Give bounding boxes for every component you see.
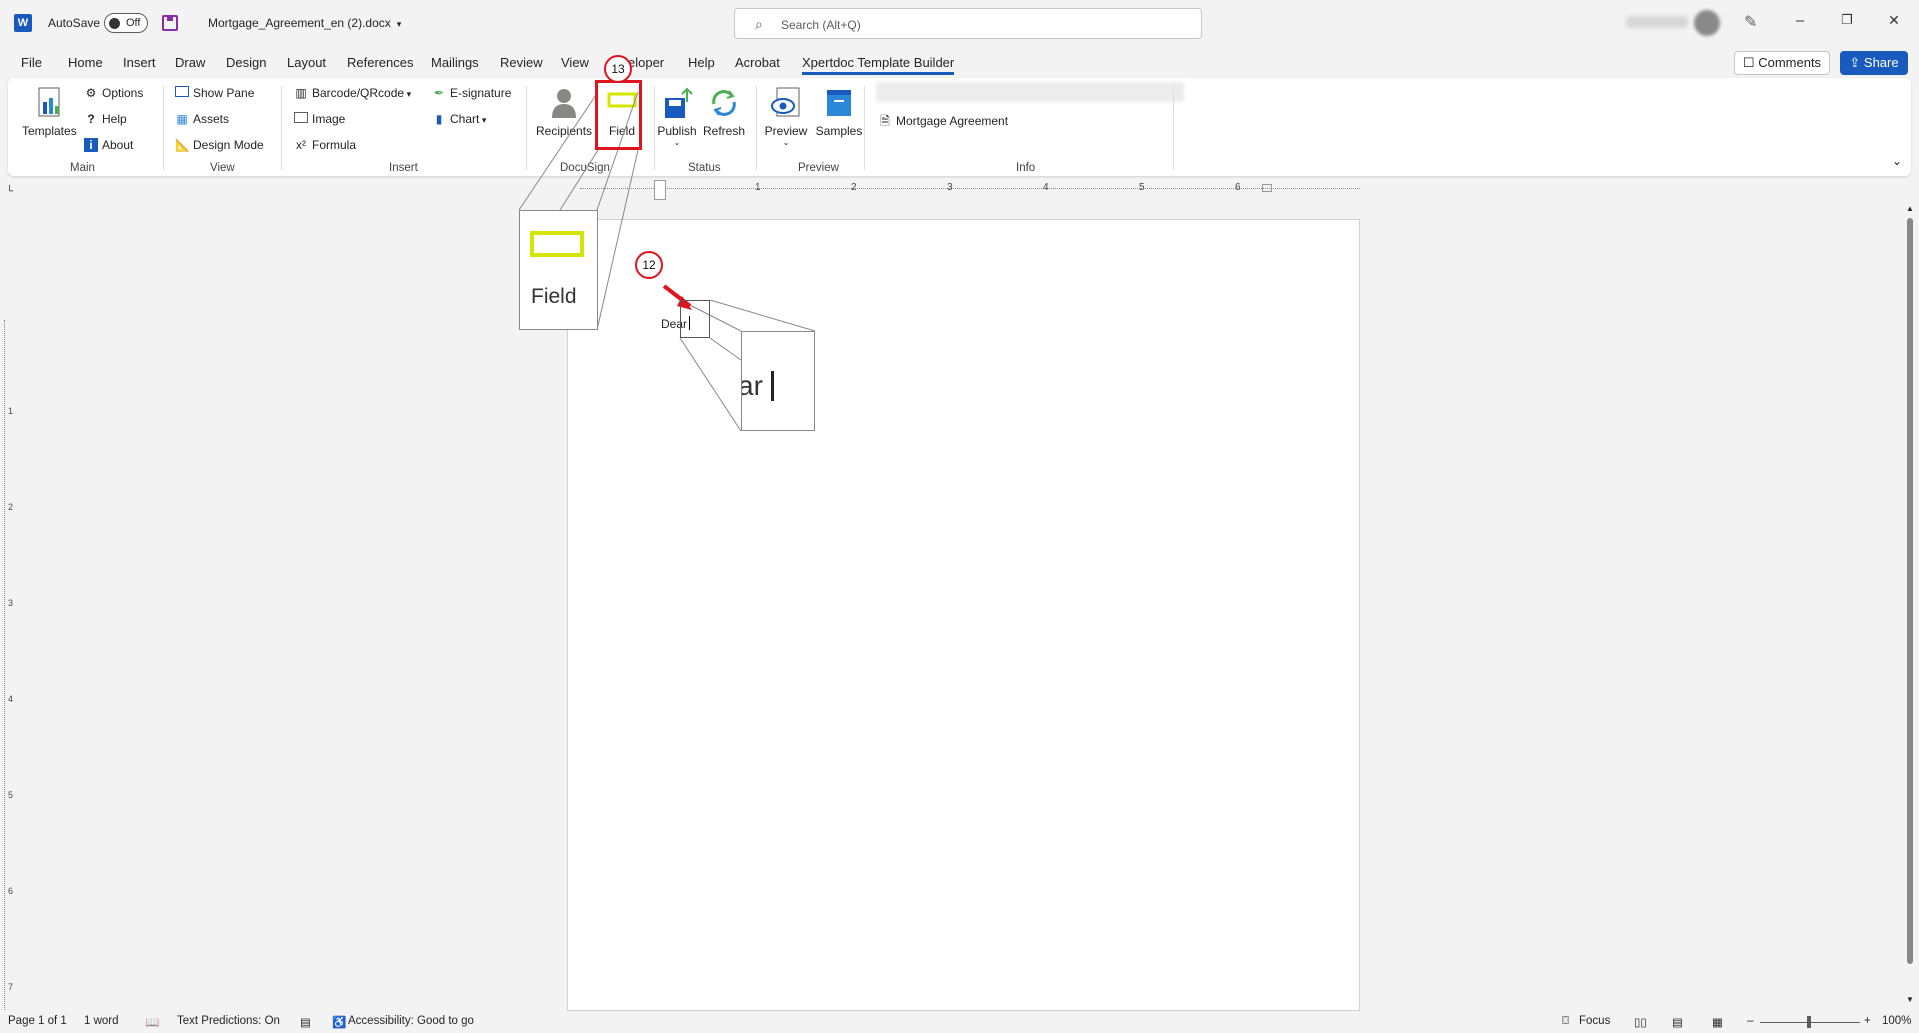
text-predictions[interactable]: Text Predictions: On <box>177 1015 280 1027</box>
zoom-slider-thumb[interactable] <box>1807 1016 1811 1028</box>
vertical-scrollbar[interactable]: ▲ ▼ <box>1903 204 1917 1009</box>
focus-icon: ⌼ <box>1562 1015 1569 1027</box>
macro-icon[interactable]: ▤ <box>300 1015 311 1029</box>
focus-mode-button[interactable]: Focus <box>1579 1015 1610 1027</box>
read-mode-icon[interactable]: ▯▯ <box>1634 1015 1647 1029</box>
accessibility-status[interactable]: Accessibility: Good to go <box>348 1015 474 1027</box>
scroll-down-icon[interactable]: ▼ <box>1906 995 1914 1004</box>
text-zoom-callout: ar <box>741 331 815 431</box>
accessibility-icon: ♿ <box>332 1017 347 1029</box>
zoom-text-value: ar <box>742 370 763 401</box>
cursor-focus-outline <box>680 300 710 338</box>
proofing-icon[interactable]: 📖 <box>145 1015 159 1029</box>
zoom-out-button[interactable]: – <box>1747 1015 1753 1027</box>
word-count[interactable]: 1 word <box>84 1015 119 1027</box>
field-zoom-callout: Field <box>519 210 598 330</box>
step-12-badge: 12 <box>635 251 663 279</box>
zoom-field-label: Field <box>531 285 577 308</box>
callout-lines <box>518 91 816 432</box>
web-layout-icon[interactable]: ▦ <box>1712 1015 1723 1029</box>
scrollbar-thumb[interactable] <box>1907 218 1913 964</box>
zoom-cursor <box>770 371 774 401</box>
zoom-text: ar <box>742 370 774 402</box>
field-highlight-box <box>595 80 642 150</box>
zoom-level[interactable]: 100% <box>1882 1015 1911 1027</box>
page-count[interactable]: Page 1 of 1 <box>8 1015 67 1027</box>
zoom-in-button[interactable]: + <box>1864 1015 1871 1027</box>
field-icon <box>530 231 584 257</box>
status-bar: Page 1 of 1 1 word 📖 Text Predictions: O… <box>0 1011 1919 1033</box>
step-13-badge: 13 <box>604 55 632 83</box>
print-layout-icon[interactable]: ▤ <box>1672 1015 1683 1029</box>
scroll-up-icon[interactable]: ▲ <box>1906 204 1914 213</box>
